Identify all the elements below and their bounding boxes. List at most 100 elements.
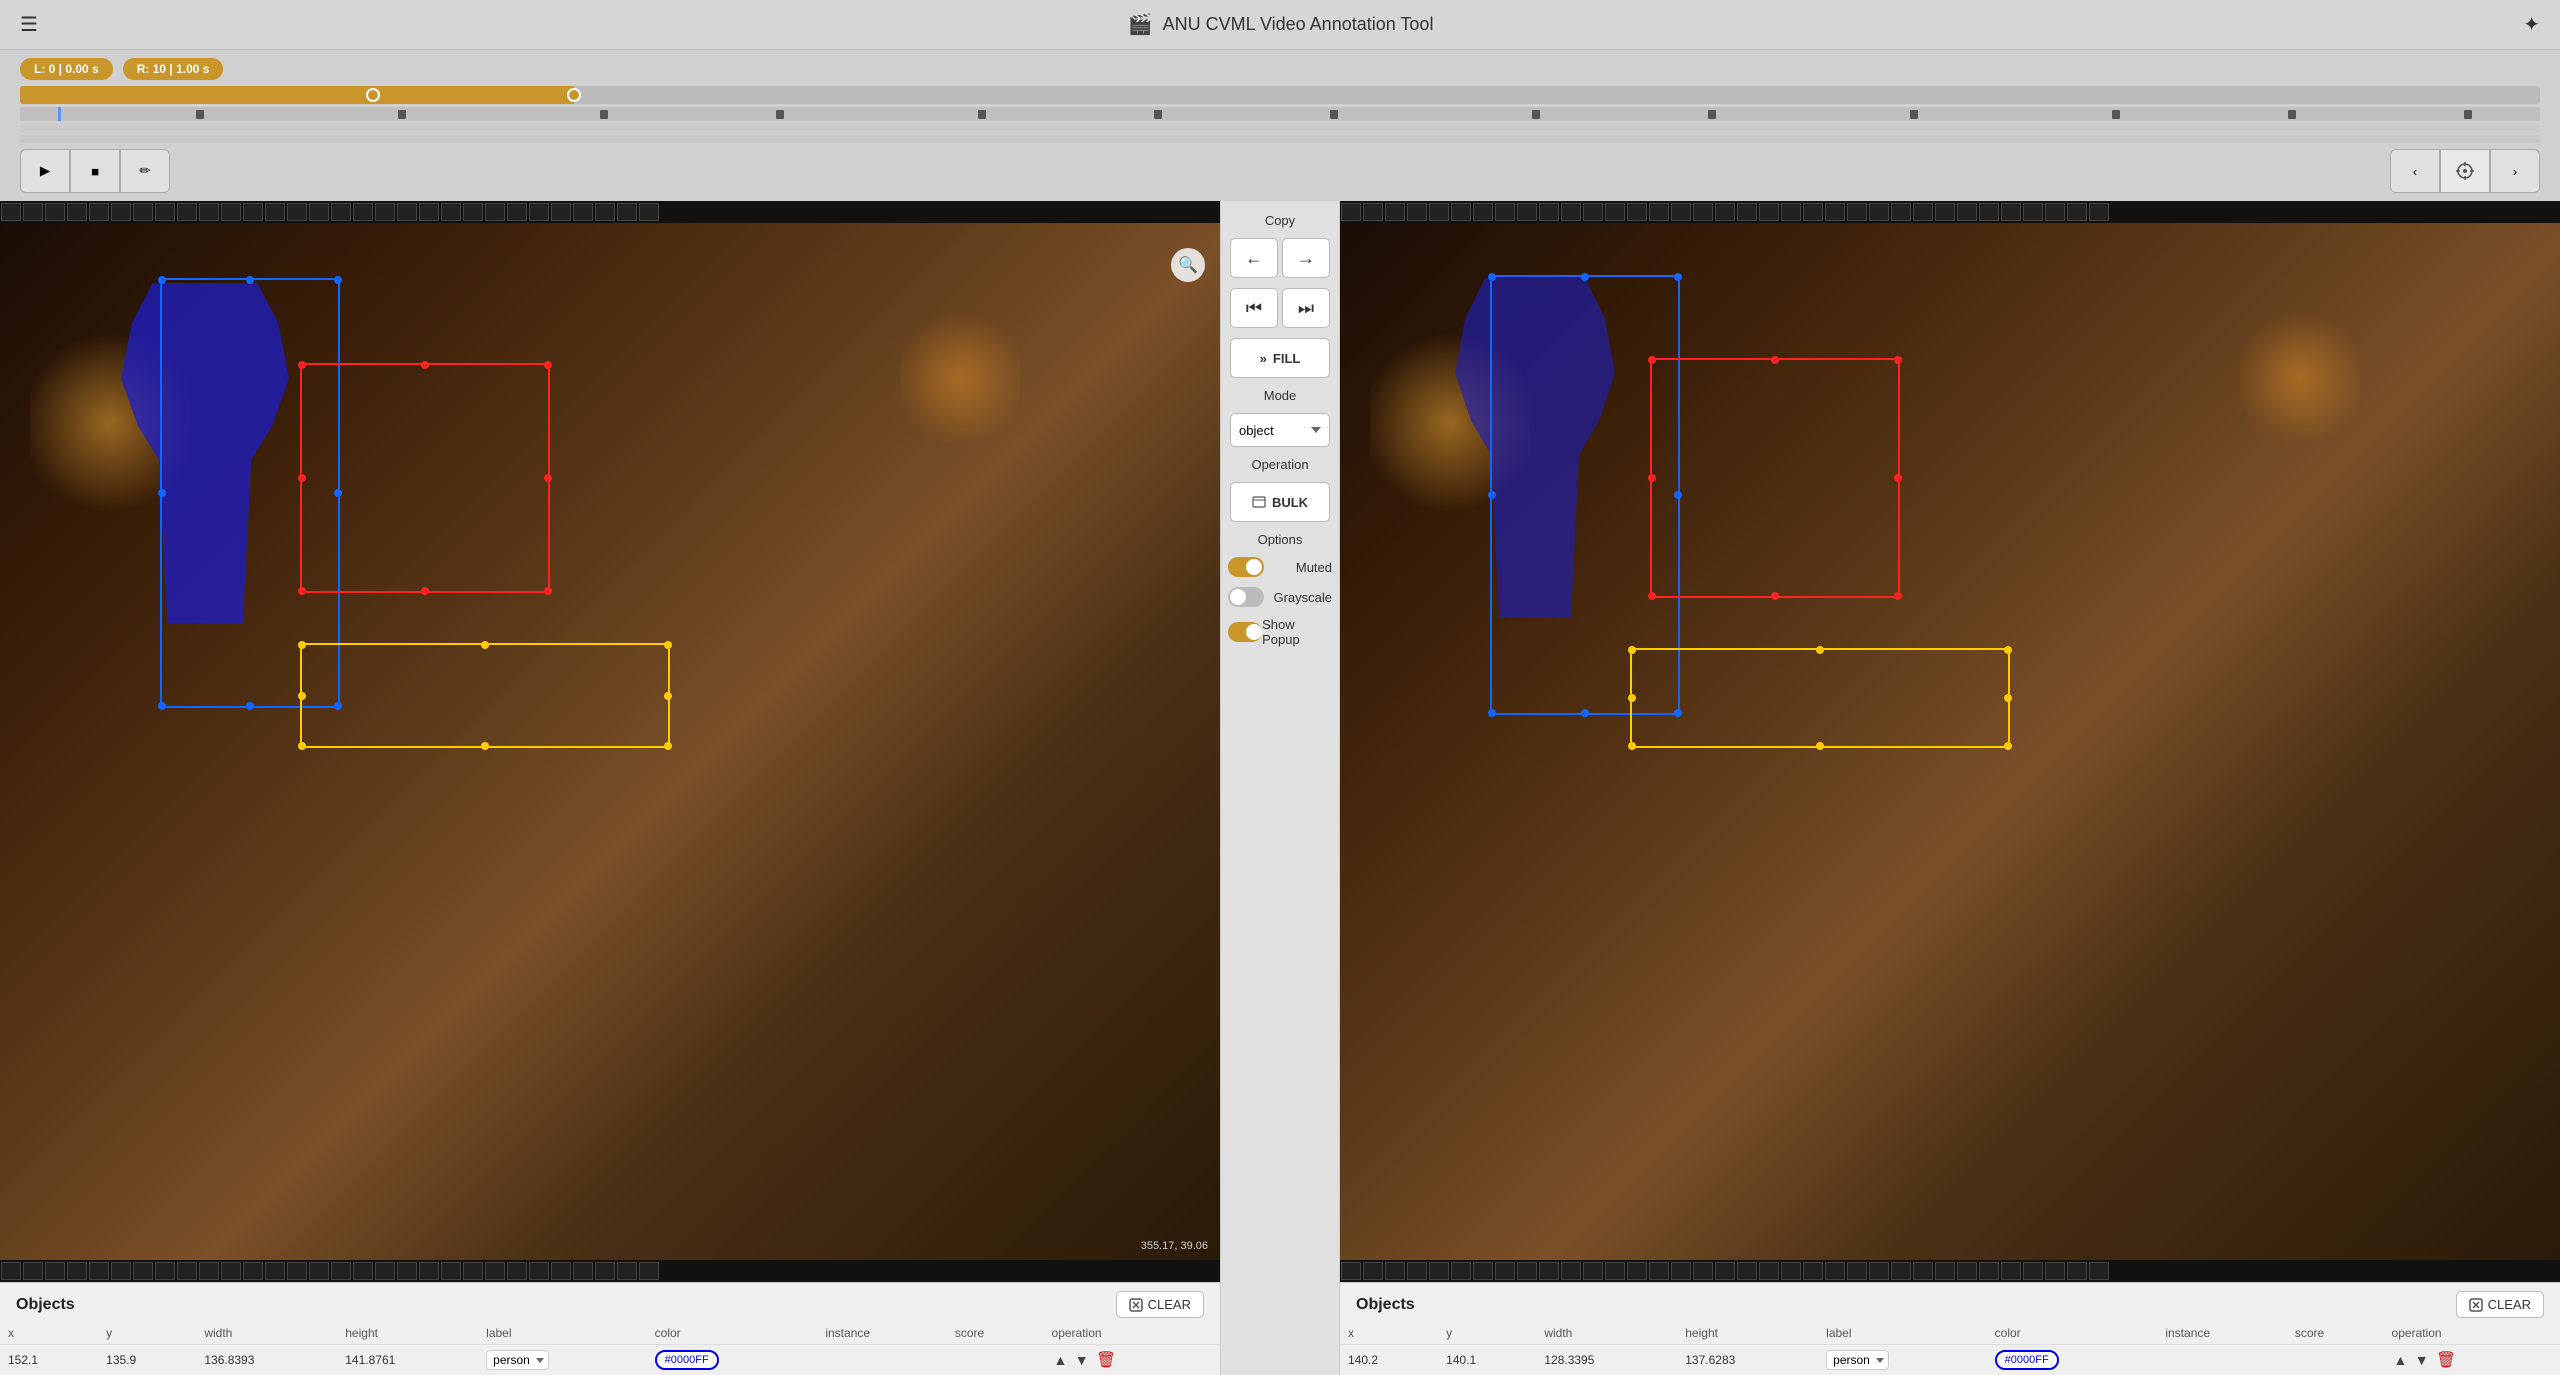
- bbox-dot-mid-red: [1894, 474, 1902, 482]
- film-cell: [1473, 203, 1493, 221]
- timeline-bar[interactable]: [20, 86, 2540, 104]
- film-cell: [1407, 203, 1427, 221]
- film-cell: [485, 203, 505, 221]
- bulk-button[interactable]: BULK: [1230, 482, 1330, 522]
- col-operation: operation: [1044, 1322, 1220, 1345]
- delete-button-left[interactable]: 🗑: [1094, 1350, 1118, 1370]
- cell-x-right: 140.2: [1340, 1345, 1438, 1375]
- bbox-dot-mid-yellow: [2004, 694, 2012, 702]
- film-cell: [1957, 1262, 1977, 1280]
- timeline-handle-right[interactable]: [567, 88, 581, 102]
- timeline-right-label[interactable]: R: 10 | 1.00 s: [123, 58, 224, 80]
- film-cell: [1429, 203, 1449, 221]
- film-cell: [1341, 203, 1361, 221]
- draw-button[interactable]: ✏: [120, 149, 170, 193]
- nav-center-button[interactable]: [2440, 149, 2490, 193]
- timeline-filled: [20, 86, 574, 104]
- bbox-bottom-yellow-left[interactable]: [300, 643, 670, 748]
- col-color-right: color: [1987, 1322, 2158, 1345]
- skip-left-button[interactable]: ⏮: [1230, 288, 1278, 328]
- film-cell: [375, 1262, 395, 1280]
- copy-right-button[interactable]: →: [1282, 238, 1330, 278]
- cell-operation: ▲ ▼ 🗑: [1044, 1345, 1220, 1375]
- film-cell: [1715, 1262, 1735, 1280]
- film-cell: [111, 203, 131, 221]
- film-cell: [221, 203, 241, 221]
- film-cell: [529, 1262, 549, 1280]
- film-strip-bottom-right: [1340, 1260, 2560, 1282]
- cell-label-right[interactable]: person car object: [1818, 1345, 1987, 1375]
- cell-height: 141.8761: [337, 1345, 478, 1375]
- left-clear-button[interactable]: CLEAR: [1116, 1291, 1204, 1318]
- label-select-right[interactable]: person car object: [1826, 1350, 1889, 1370]
- bbox-bottom-yellow-right[interactable]: [1630, 648, 2010, 748]
- skip-right-button[interactable]: ⏭: [1282, 288, 1330, 328]
- cell-instance-right: [2157, 1345, 2286, 1375]
- film-cell: [1913, 1262, 1933, 1280]
- bbox-dot-mid: [246, 702, 254, 710]
- fill-button[interactable]: » FILL: [1230, 338, 1330, 378]
- label-select-left[interactable]: person car object: [486, 1350, 549, 1370]
- film-cell: [419, 1262, 439, 1280]
- right-video-frame[interactable]: [1340, 223, 2560, 1260]
- bbox-dot-mid-red: [421, 587, 429, 595]
- move-down-button-right[interactable]: ▼: [2413, 1352, 2431, 1368]
- cell-score-right: [2287, 1345, 2384, 1375]
- settings-icon[interactable]: ✦: [2523, 12, 2540, 37]
- grayscale-toggle[interactable]: [1228, 587, 1264, 607]
- mode-select[interactable]: object track region: [1230, 413, 1330, 447]
- film-cell: [1803, 203, 1823, 221]
- film-cell: [111, 1262, 131, 1280]
- film-cell: [595, 1262, 615, 1280]
- table-header-row: x y width height label color instance sc…: [0, 1322, 1220, 1345]
- left-video-frame[interactable]: 🔍 355.17, 39.06: [0, 223, 1220, 1260]
- play-button[interactable]: ▶: [20, 149, 70, 193]
- film-cell: [89, 1262, 109, 1280]
- mode-label: Mode: [1264, 388, 1297, 403]
- stop-button[interactable]: ■: [70, 149, 120, 193]
- copy-arrows: ← →: [1230, 238, 1330, 278]
- bbox-robot-red-left[interactable]: [300, 363, 550, 593]
- col-y-right: y: [1438, 1322, 1536, 1345]
- film-cell: [2045, 203, 2065, 221]
- film-cell: [133, 203, 153, 221]
- film-cell: [1979, 203, 1999, 221]
- right-objects-title: Objects: [1356, 1296, 1415, 1314]
- move-down-button-left[interactable]: ▼: [1073, 1352, 1091, 1368]
- show-popup-toggle[interactable]: [1228, 622, 1262, 642]
- nav-next-button[interactable]: ›: [2490, 149, 2540, 193]
- top-bar: ☰ 🎬 ANU CVML Video Annotation Tool ✦: [0, 0, 2560, 50]
- film-cell: [1891, 203, 1911, 221]
- coords-overlay: 355.17, 39.06: [1141, 1240, 1208, 1252]
- right-clear-label: CLEAR: [2488, 1297, 2531, 1312]
- right-clear-button[interactable]: CLEAR: [2456, 1291, 2544, 1318]
- bbox-dot-mid-yellow: [298, 692, 306, 700]
- timeline-left-label[interactable]: L: 0 | 0.00 s: [20, 58, 113, 80]
- move-up-button-right[interactable]: ▲: [2392, 1352, 2410, 1368]
- timeline-handle-left[interactable]: [366, 88, 380, 102]
- film-cell: [507, 203, 527, 221]
- copy-left-button[interactable]: ←: [1230, 238, 1278, 278]
- tick: [2112, 110, 2120, 119]
- nav-prev-button[interactable]: ‹: [2390, 149, 2440, 193]
- move-up-button-left[interactable]: ▲: [1052, 1352, 1070, 1368]
- film-cell: [1891, 1262, 1911, 1280]
- muted-toggle[interactable]: [1228, 557, 1264, 577]
- zoom-button[interactable]: 🔍: [1171, 248, 1205, 282]
- controls-row: ▶ ■ ✏ ‹ ›: [0, 143, 2560, 201]
- right-section: Objects CLEAR x y width height label: [1340, 201, 2560, 1375]
- bbox-dot-red: [1648, 592, 1656, 600]
- color-tag-right[interactable]: #0000FF: [1995, 1350, 2059, 1370]
- hamburger-menu-icon[interactable]: ☰: [20, 12, 38, 37]
- color-tag-left[interactable]: #0000FF: [655, 1350, 719, 1370]
- bbox-robot-red-right[interactable]: [1650, 358, 1900, 598]
- delete-button-right[interactable]: 🗑: [2434, 1350, 2458, 1370]
- tick: [1708, 110, 1716, 119]
- col-x: x: [0, 1322, 98, 1345]
- film-cell: [1605, 1262, 1625, 1280]
- bbox-dot: [334, 276, 342, 284]
- bbox-dot-mid: [1581, 273, 1589, 281]
- cell-label[interactable]: person car object: [478, 1345, 647, 1375]
- bbox-dot: [158, 276, 166, 284]
- timeline-sub1: [20, 123, 2540, 133]
